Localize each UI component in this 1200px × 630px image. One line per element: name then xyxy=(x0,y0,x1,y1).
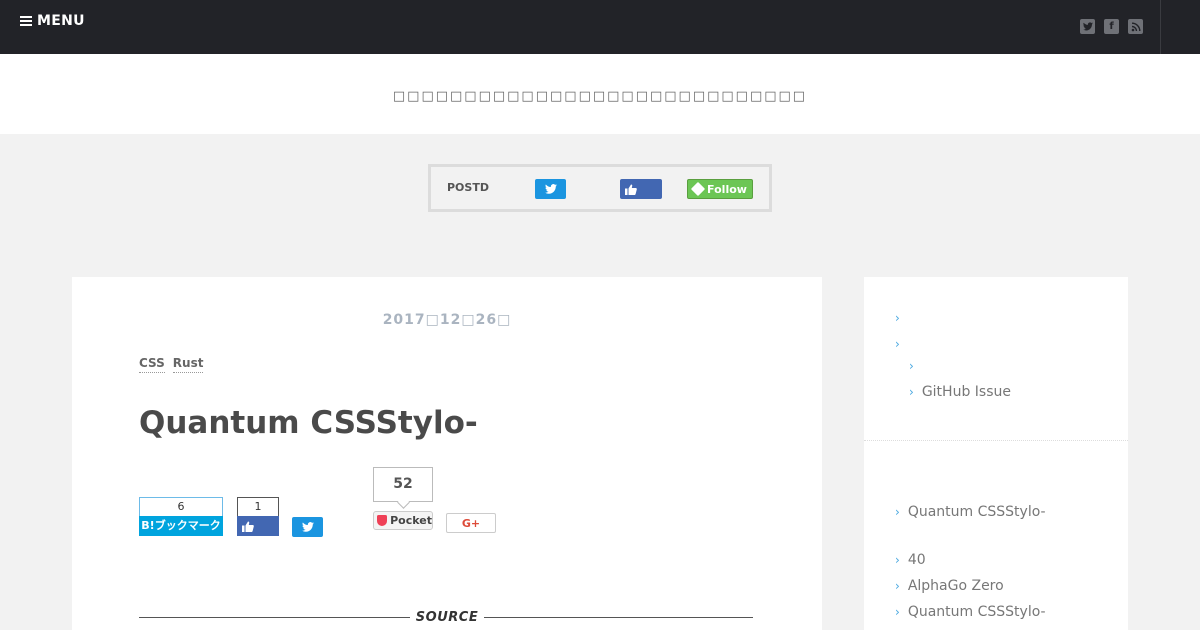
sidebar-link[interactable]: › xyxy=(895,311,900,325)
twitter-icon xyxy=(544,184,557,194)
tag-css[interactable]: CSS xyxy=(139,356,165,373)
top-navbar: MENU f xyxy=(0,0,1200,54)
sidebar-link-label: Quantum CSSStylo- xyxy=(907,604,1046,620)
chevron-right-icon: › xyxy=(895,553,900,567)
twitter-share-button[interactable] xyxy=(292,517,323,537)
facebook-like-label xyxy=(237,516,279,536)
facebook-icon[interactable]: f xyxy=(1104,19,1119,34)
thumbs-up-icon xyxy=(625,184,637,195)
thumbs-up-icon xyxy=(242,521,254,532)
sidebar-article-link[interactable]: › 40 xyxy=(895,552,926,568)
chevron-right-icon: › xyxy=(895,605,900,619)
pocket-icon xyxy=(377,515,388,526)
postd-follow-bar: POSTD Follow xyxy=(428,164,772,212)
rss-icon[interactable] xyxy=(1128,19,1143,34)
menu-label: MENU xyxy=(37,13,85,29)
sidebar: › › › › GitHub Issue › Quantum CSSStylo-… xyxy=(864,277,1128,630)
twitter-icon[interactable] xyxy=(1080,19,1095,34)
tag-rust[interactable]: Rust xyxy=(172,356,204,373)
google-plus-button[interactable]: G+ xyxy=(446,513,496,533)
sidebar-link-label: 40 xyxy=(907,552,926,568)
sidebar-sublink-github-issue[interactable]: › GitHub Issue xyxy=(909,384,1011,400)
chevron-right-icon: › xyxy=(895,505,900,519)
header-social-links: f xyxy=(1080,19,1143,34)
sidebar-article-link[interactable]: › AlphaGo Zero xyxy=(895,578,1004,594)
pocket-label: Pocket xyxy=(390,514,432,527)
feedly-icon xyxy=(690,181,706,197)
menu-button[interactable]: MENU xyxy=(20,13,85,29)
sidebar-article-link[interactable]: › Quantum CSSStylo- xyxy=(895,504,1046,520)
site-subheader: □□□□□□□□□□□□□□□□□□□□□□□□□□□□□ xyxy=(0,54,1200,134)
sidebar-sublink[interactable]: › xyxy=(909,359,914,373)
article-tags: CSS Rust xyxy=(139,356,204,373)
chevron-right-icon: › xyxy=(909,359,914,373)
sidebar-link[interactable]: › xyxy=(895,337,900,351)
postd-label: POSTD xyxy=(447,181,489,194)
article-date: 2017□12□26□ xyxy=(382,312,512,328)
article-title: Quantum CSSStylo- xyxy=(139,405,478,441)
feedly-follow-button[interactable]: Follow xyxy=(687,179,753,199)
facebook-like-button[interactable] xyxy=(620,179,662,199)
hamburger-icon xyxy=(20,16,32,26)
facebook-share-button[interactable]: 1 xyxy=(237,497,279,536)
feedly-follow-label: Follow xyxy=(707,182,747,196)
sidebar-link-label: Quantum CSSStylo- xyxy=(907,504,1046,520)
facebook-count: 1 xyxy=(237,497,279,516)
chevron-right-icon: › xyxy=(895,337,900,351)
sidebar-link-label: AlphaGo Zero xyxy=(907,578,1004,594)
site-tagline: □□□□□□□□□□□□□□□□□□□□□□□□□□□□□ xyxy=(392,89,808,104)
hatena-label: B!ブックマーク xyxy=(139,516,223,536)
hatena-bookmark-button[interactable]: 6 B!ブックマーク xyxy=(139,497,223,536)
sidebar-article-link[interactable]: › Quantum CSSStylo- xyxy=(895,604,1046,620)
source-heading: SOURCE xyxy=(410,610,484,625)
pocket-count: 52 xyxy=(373,467,433,502)
sidebar-divider xyxy=(864,440,1128,441)
twitter-follow-button[interactable] xyxy=(535,179,566,199)
pocket-label-wrap: Pocket xyxy=(373,511,433,530)
sidebar-link-label: GitHub Issue xyxy=(921,384,1011,400)
chevron-right-icon: › xyxy=(895,579,900,593)
pocket-save-button[interactable]: 52 Pocket xyxy=(373,467,433,530)
twitter-icon xyxy=(301,522,314,532)
chevron-right-icon: › xyxy=(895,311,900,325)
article-card: 2017□12□26□ CSS Rust Quantum CSSStylo- 6… xyxy=(72,277,822,630)
chevron-right-icon: › xyxy=(909,385,914,399)
hatena-count: 6 xyxy=(139,497,223,516)
topbar-divider xyxy=(1160,0,1161,54)
